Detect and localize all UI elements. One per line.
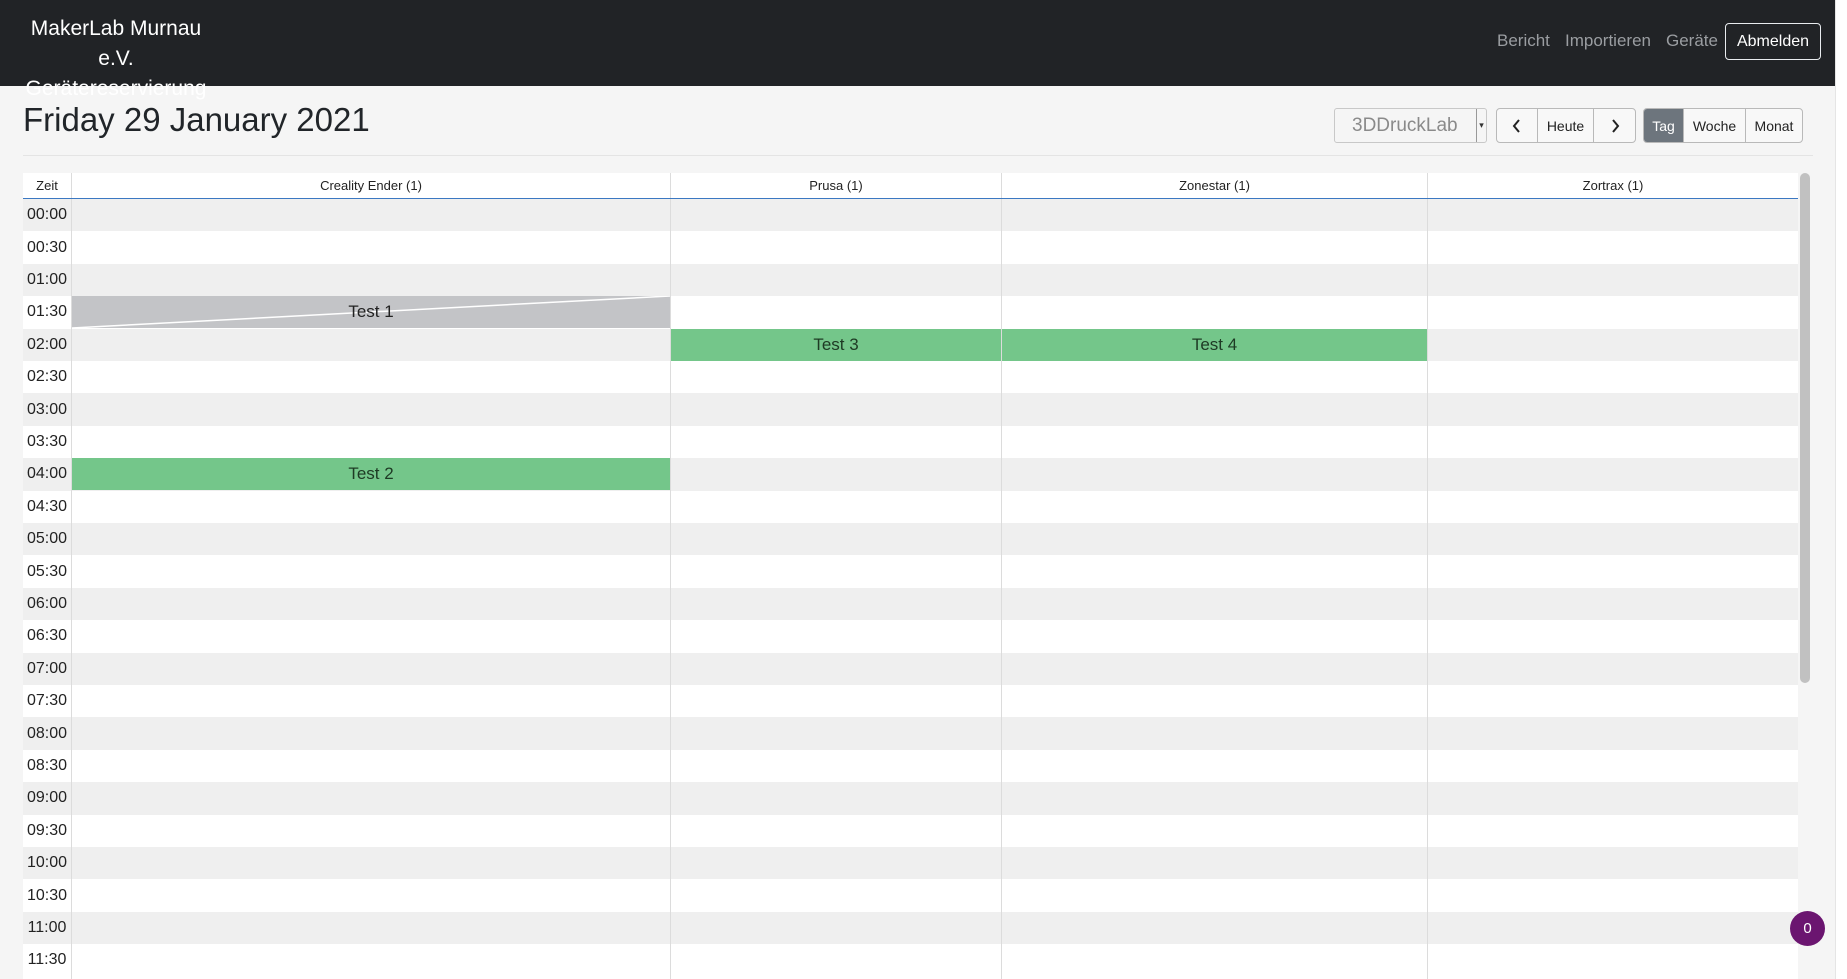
chevron-left-icon — [1512, 118, 1520, 133]
time-label: 02:30 — [26, 368, 68, 386]
time-label: 04:00 — [26, 465, 68, 483]
notification-badge[interactable]: 0 — [1790, 911, 1825, 946]
time-slot-row[interactable]: 02:30 — [23, 361, 1798, 394]
time-label: 07:00 — [26, 659, 68, 677]
time-slot-row[interactable]: 03:00 — [23, 393, 1798, 426]
event-test-3[interactable]: Test 3 — [671, 329, 1001, 361]
view-switcher: Tag Woche Monat — [1643, 108, 1803, 143]
nav-link-bericht[interactable]: Bericht — [1497, 31, 1550, 51]
chevron-right-icon — [1611, 118, 1619, 133]
time-slot-row[interactable]: 06:00 — [23, 587, 1798, 621]
time-slot-row[interactable]: 07:00 — [23, 652, 1798, 685]
resource-day-calendar: 00:00 00:30 01:00 01:30 02:00 02:30 03:00 03:30… — [23, 173, 1798, 979]
location-select[interactable]: 3DDruckLab ▾ — [1334, 108, 1487, 143]
column-divider — [71, 173, 72, 979]
time-label: 08:00 — [26, 724, 68, 742]
time-slot-row[interactable]: 09:30 — [23, 814, 1798, 847]
divider — [23, 155, 1813, 156]
time-label: 01:00 — [26, 270, 68, 288]
calendar-header: Zeit Creality Ender (1) Prusa (1) Zonest… — [23, 173, 1798, 199]
time-label: 01:30 — [26, 303, 68, 321]
time-label: 04:30 — [26, 497, 68, 515]
time-slot-row[interactable]: 11:30 — [23, 944, 1798, 977]
event-title: Test 2 — [348, 464, 394, 483]
time-slot-row[interactable]: 01:00 — [23, 263, 1798, 297]
time-slot-row[interactable]: 04:30 — [23, 490, 1798, 523]
time-label: 09:00 — [26, 789, 68, 807]
resource-header-zonestar: Zonestar (1) — [1002, 173, 1428, 198]
time-slot-row[interactable]: 05:00 — [23, 523, 1798, 556]
time-slot-row[interactable]: 00:00 — [23, 199, 1798, 232]
nav-link-geraete[interactable]: Geräte — [1666, 31, 1718, 51]
time-label: 09:30 — [26, 821, 68, 839]
time-slot-row[interactable]: 07:30 — [23, 685, 1798, 718]
top-navbar: MakerLab Murnau e.V. Gerätereservierung … — [0, 0, 1835, 100]
time-label: 00:30 — [26, 238, 68, 256]
time-label: 00:00 — [26, 206, 68, 224]
time-label: 05:00 — [26, 530, 68, 548]
location-select-value: 3DDruckLab — [1352, 114, 1458, 136]
resource-header-creality: Creality Ender (1) — [72, 173, 671, 198]
event-test-2[interactable]: Test 2 — [72, 458, 670, 490]
time-label: 03:30 — [26, 432, 68, 450]
time-slot-row[interactable]: 06:30 — [23, 620, 1798, 653]
time-label: 08:30 — [26, 756, 68, 774]
time-label: 05:30 — [26, 562, 68, 580]
today-button[interactable]: Heute — [1538, 109, 1594, 142]
time-label: 06:30 — [26, 627, 68, 645]
resource-header-prusa: Prusa (1) — [671, 173, 1002, 198]
event-title: Test 4 — [1191, 335, 1238, 354]
page-title: Friday 29 January 2021 — [23, 101, 370, 138]
time-label: 10:00 — [26, 854, 68, 872]
page-scrollbar[interactable] — [1835, 0, 1847, 979]
view-week-button[interactable]: Woche — [1684, 109, 1746, 142]
time-column-header: Zeit — [23, 173, 72, 198]
brand-subtitle: Gerätereservierung — [25, 77, 207, 100]
time-slot-row[interactable]: 00:30 — [23, 231, 1798, 264]
time-label: 02:00 — [26, 335, 68, 353]
time-label: 10:30 — [26, 886, 68, 904]
time-label: 07:30 — [26, 692, 68, 710]
resource-header-zortrax: Zortrax (1) — [1582, 178, 1644, 193]
column-divider — [1001, 173, 1002, 979]
view-month-button[interactable]: Monat — [1746, 109, 1802, 142]
caret-down-icon: ▾ — [1476, 109, 1486, 142]
time-slot-row[interactable]: 05:30 — [23, 555, 1798, 588]
column-divider — [1427, 173, 1428, 979]
time-slot-row[interactable]: 08:00 — [23, 717, 1798, 750]
time-slot-row[interactable]: 03:30 — [23, 425, 1798, 459]
time-label: 11:00 — [27, 918, 67, 936]
logout-button[interactable]: Abmelden — [1725, 23, 1821, 60]
column-divider — [670, 173, 671, 979]
calendar-scrollbar[interactable] — [1800, 173, 1810, 683]
time-slot-row[interactable]: 08:30 — [23, 749, 1798, 783]
time-label: 03:00 — [26, 400, 68, 418]
brand[interactable]: MakerLab Murnau e.V. Gerätereservierung — [11, 14, 221, 104]
brand-name: MakerLab Murnau e.V. — [30, 17, 202, 70]
next-button[interactable] — [1594, 109, 1635, 142]
event-test-1[interactable]: Test 1 — [72, 296, 670, 328]
time-slot-row[interactable]: 10:00 — [23, 847, 1798, 880]
time-slot-row[interactable]: 09:00 — [23, 782, 1798, 815]
nav-link-importieren[interactable]: Importieren — [1565, 31, 1651, 51]
date-nav-group: Heute — [1496, 108, 1636, 143]
event-test-4[interactable]: Test 4 — [1002, 329, 1427, 361]
time-label: 06:00 — [26, 594, 68, 612]
time-slot-row[interactable]: 11:00 — [23, 911, 1798, 945]
view-day-button[interactable]: Tag — [1644, 109, 1684, 142]
event-title: Test 3 — [813, 335, 859, 354]
time-slot-row[interactable]: 10:30 — [23, 879, 1798, 912]
prev-button[interactable] — [1497, 109, 1538, 142]
event-title: Test 1 — [348, 302, 394, 321]
time-label: 11:30 — [27, 951, 67, 969]
